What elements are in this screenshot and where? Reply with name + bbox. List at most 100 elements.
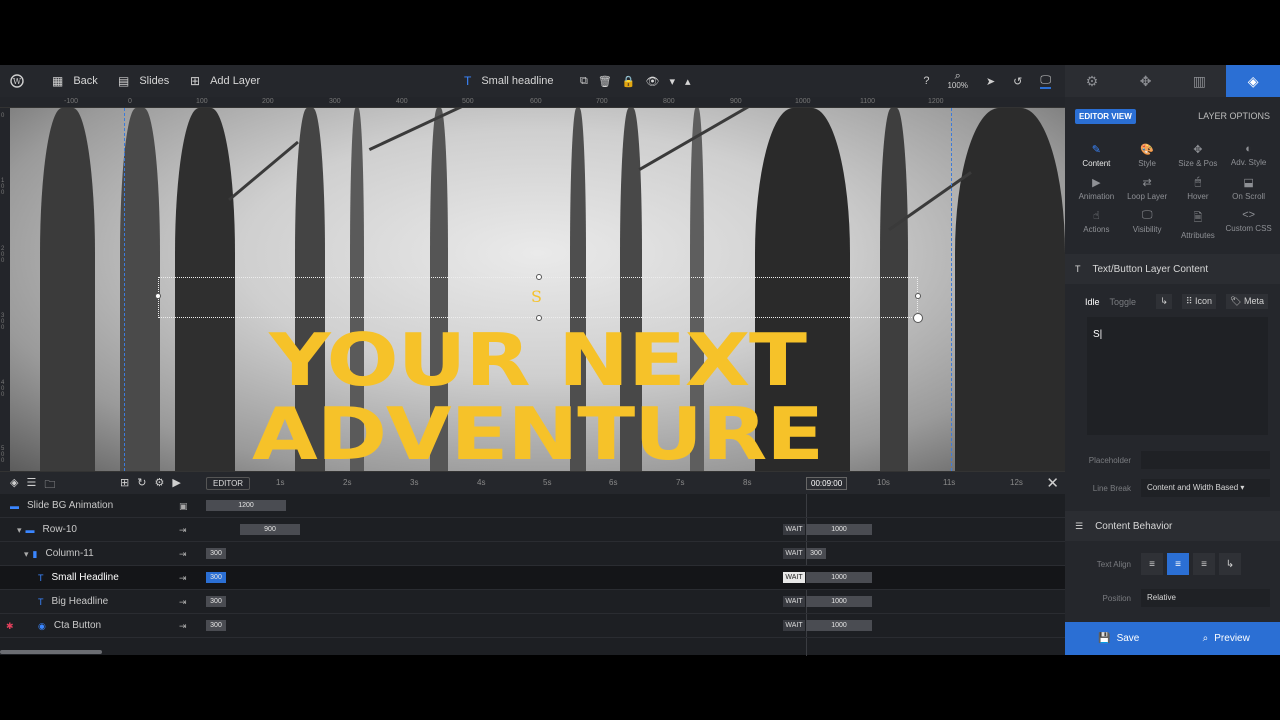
align-center-icon[interactable]: ≡: [1167, 553, 1189, 575]
play-icon[interactable]: ▶: [172, 476, 180, 489]
option-attributes[interactable]: 🗎 Attributes: [1173, 209, 1224, 240]
big-headline-line1[interactable]: YOUR NEXT: [10, 324, 1065, 396]
option-size-pos[interactable]: ✥ Size & Pos: [1173, 143, 1224, 168]
caret-down-icon[interactable]: ▾: [24, 542, 29, 566]
selected-layer-box[interactable]: S: [155, 274, 923, 323]
timeline-row[interactable]: ✱ ◉ Cta Button ⇥ 300 WAIT 1000: [0, 614, 1065, 638]
big-headline-line2[interactable]: ADVENTURE: [10, 398, 1065, 470]
copy-icon[interactable]: ⧉: [580, 75, 588, 88]
pin-icon[interactable]: ⇥: [179, 525, 187, 536]
editor-pill[interactable]: EDITOR: [206, 477, 251, 490]
tab-layers[interactable]: ◈: [1226, 65, 1280, 97]
option-style[interactable]: 🎨 Style: [1122, 143, 1173, 168]
resize-handle[interactable]: [155, 293, 161, 299]
option-adv-style[interactable]: ◐ Adv. Style: [1223, 143, 1274, 168]
pin-icon[interactable]: ⇥: [179, 597, 187, 608]
animation-bar[interactable]: 900: [240, 524, 300, 535]
text-layer-icon: T: [38, 573, 44, 583]
option-on-scroll[interactable]: ⬓ On Scroll: [1223, 176, 1274, 201]
wordpress-icon[interactable]: W: [10, 65, 24, 97]
desktop-icon[interactable]: 🖵: [1040, 74, 1051, 89]
close-icon[interactable]: ✕: [1046, 474, 1059, 492]
caret-down-icon[interactable]: ▾: [17, 518, 22, 542]
list-icon[interactable]: ☰: [26, 476, 36, 495]
pin-icon[interactable]: ⇥: [179, 549, 187, 560]
grid-icon: ⠿: [1185, 296, 1193, 306]
option-loop-layer[interactable]: ⇄ Loop Layer: [1122, 176, 1173, 201]
help-icon[interactable]: ?: [923, 75, 929, 87]
resize-handle[interactable]: [536, 274, 542, 280]
chevron-down-icon[interactable]: ▾: [670, 75, 676, 88]
timeline-scrollbar[interactable]: [0, 650, 102, 654]
lock-icon[interactable]: 🔒: [622, 75, 636, 88]
layers-icon[interactable]: ◈: [10, 476, 18, 495]
column-icon: ▮: [32, 549, 38, 559]
option-visibility[interactable]: 🖵 Visibility: [1122, 209, 1173, 240]
icon-button[interactable]: ⠿ Icon: [1181, 294, 1217, 309]
rotate-handle[interactable]: [913, 313, 923, 323]
pin-icon[interactable]: ⇥: [179, 621, 187, 632]
animation-bar[interactable]: 300: [206, 572, 226, 583]
tab-slide[interactable]: ▥: [1172, 65, 1227, 97]
chevron-up-icon[interactable]: ▴: [685, 75, 691, 88]
line-break-select[interactable]: Content and Width Based ▾: [1141, 479, 1270, 497]
palette-icon: 🎨: [1140, 144, 1154, 156]
align-right-icon[interactable]: ≡: [1193, 553, 1215, 575]
cursor-icon[interactable]: ➤: [986, 75, 995, 88]
meta-button[interactable]: 🏷 Meta: [1226, 294, 1268, 309]
animation-bar[interactable]: 1200: [206, 500, 286, 511]
save-button[interactable]: 💾 Save: [1065, 622, 1173, 655]
drop-icon: ◐: [1245, 143, 1252, 155]
position-select[interactable]: Relative: [1141, 589, 1270, 607]
layer-text-input[interactable]: S|: [1087, 317, 1268, 435]
grid-view-icon[interactable]: ⊞: [120, 476, 129, 489]
trash-icon[interactable]: 🗑: [598, 75, 612, 88]
editor-view-badge[interactable]: EDITOR VIEW: [1075, 108, 1136, 124]
back-button[interactable]: ▦ Back: [52, 65, 98, 97]
timeline-row[interactable]: T Small Headline ⇥ 300 WAIT 1000: [0, 566, 1065, 590]
tab-settings[interactable]: ⚙: [1065, 65, 1119, 97]
resize-handle[interactable]: [915, 293, 921, 299]
animation-bar[interactable]: 300: [206, 620, 226, 631]
tab-idle[interactable]: Idle: [1085, 297, 1100, 307]
animation-bar[interactable]: 1000: [806, 596, 872, 607]
loop-icon[interactable]: ↻: [137, 476, 146, 489]
timeline-row[interactable]: T Big Headline ⇥ 300 WAIT 1000: [0, 590, 1065, 614]
eye-icon[interactable]: 👁: [646, 75, 660, 88]
option-custom-css[interactable]: <> Custom CSS: [1223, 209, 1274, 240]
animation-bar[interactable]: 1000: [806, 524, 872, 535]
add-layer-button[interactable]: ⊞ Add Layer: [190, 65, 260, 97]
folder-icon[interactable]: 🗀: [44, 476, 55, 495]
option-content[interactable]: ✎ Content: [1071, 143, 1122, 168]
option-actions[interactable]: ☝ Actions: [1071, 209, 1122, 240]
slides-button[interactable]: ▤ Slides: [118, 65, 169, 97]
option-hover[interactable]: 🖱 Hover: [1173, 176, 1224, 201]
option-animation[interactable]: ▶ Animation: [1071, 176, 1122, 201]
section-content-behavior[interactable]: ☰ Content Behavior: [1065, 511, 1280, 541]
placeholder-input[interactable]: [1141, 451, 1270, 469]
zoom-control[interactable]: ⌕ 100%: [947, 71, 967, 91]
slide-canvas[interactable]: S YOUR NEXT ADVENTURE: [10, 108, 1065, 471]
animation-bar[interactable]: 300: [206, 548, 226, 559]
undo-icon[interactable]: ↺: [1013, 75, 1022, 88]
section-text-layer-content[interactable]: T Text/Button Layer Content: [1065, 254, 1280, 284]
tab-navigation[interactable]: ✥: [1118, 65, 1173, 97]
align-inherit-icon[interactable]: ↳: [1219, 553, 1241, 575]
animation-bar[interactable]: 300: [806, 548, 826, 559]
timeline-row[interactable]: ▬ Slide BG Animation ▣ 1200: [0, 494, 1065, 518]
layer-name[interactable]: T Small headline: [464, 65, 554, 97]
preview-button[interactable]: ⌕ Preview: [1173, 622, 1280, 655]
animation-bar[interactable]: 300: [206, 596, 226, 607]
pin-icon[interactable]: ⇥: [179, 573, 187, 584]
align-left-icon[interactable]: ≡: [1141, 553, 1163, 575]
small-headline-text[interactable]: S: [531, 287, 542, 306]
animation-bar[interactable]: 1000: [806, 620, 872, 631]
current-time[interactable]: 00:09:00: [806, 477, 848, 490]
timeline-row[interactable]: ▾ ▮ Column-11 ⇥ 300 WAIT 300: [0, 542, 1065, 566]
timeline-row[interactable]: ▾ ▬ Row-10 ⇥ 900 WAIT 1000: [0, 518, 1065, 542]
grid-icon: ▦: [52, 74, 64, 88]
animation-bar[interactable]: 1000: [806, 572, 872, 583]
settings-icon[interactable]: ⚙: [154, 476, 164, 489]
line-break-icon[interactable]: ↳: [1156, 294, 1172, 309]
tab-toggle[interactable]: Toggle: [1110, 297, 1137, 307]
